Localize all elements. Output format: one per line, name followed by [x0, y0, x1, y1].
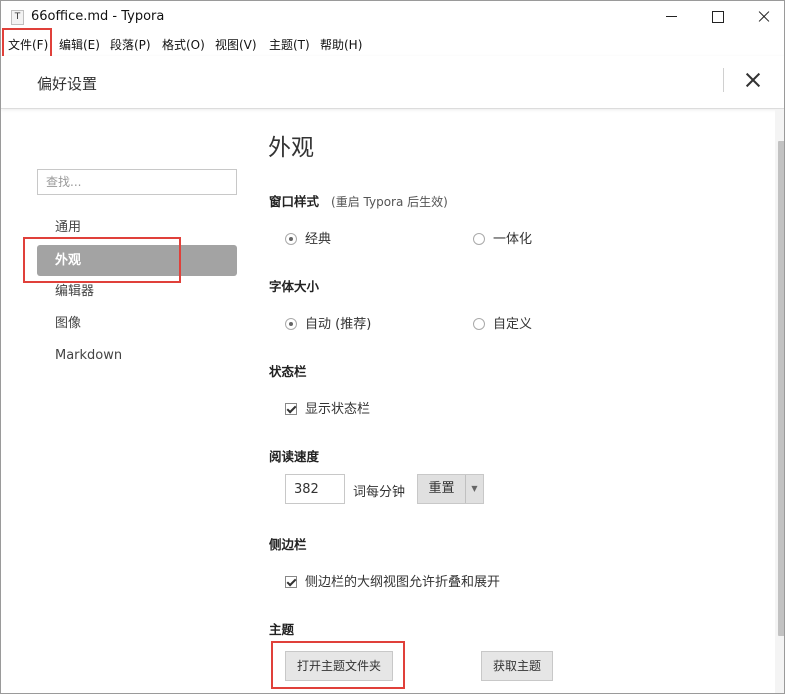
- show-status-bar-checkbox[interactable]: [285, 403, 297, 415]
- status-bar-heading: 状态栏: [269, 364, 307, 379]
- minimize-button[interactable]: [649, 1, 695, 32]
- radio-auto-label: 自动 (推荐): [305, 317, 372, 332]
- title-bar: T 66office.md - Typora: [1, 1, 784, 32]
- show-status-bar-label: 显示状态栏: [305, 402, 371, 417]
- menu-theme[interactable]: 主题(T): [269, 36, 310, 53]
- radio-auto-indicator[interactable]: [285, 318, 297, 330]
- radio-custom-indicator[interactable]: [473, 318, 485, 330]
- menu-view[interactable]: 视图(V): [215, 36, 257, 53]
- show-status-bar-option[interactable]: 显示状态栏: [285, 398, 370, 417]
- nav-item-editor[interactable]: 编辑器: [37, 276, 237, 307]
- radio-custom-label: 自定义: [493, 317, 533, 332]
- close-window-button[interactable]: [741, 1, 784, 32]
- reading-speed-heading: 阅读速度: [269, 449, 320, 464]
- radio-classic[interactable]: 经典: [285, 228, 331, 247]
- preferences-search-input[interactable]: [37, 169, 237, 195]
- typora-app-icon: T: [11, 10, 24, 25]
- header-divider: [723, 68, 724, 92]
- reset-button[interactable]: 重置: [418, 475, 466, 503]
- radio-auto-font[interactable]: 自动 (推荐): [285, 313, 371, 332]
- radio-classic-indicator[interactable]: [285, 233, 297, 245]
- menu-edit[interactable]: 编辑(E): [59, 36, 100, 53]
- radio-classic-label: 经典: [305, 232, 332, 247]
- nav-item-image[interactable]: 图像: [37, 308, 237, 339]
- outline-collapse-option[interactable]: 侧边栏的大纲视图允许折叠和展开: [285, 571, 500, 590]
- window-title: 66office.md - Typora: [31, 9, 165, 24]
- menu-help[interactable]: 帮助(H): [320, 36, 362, 53]
- sidebar-heading: 侧边栏: [269, 537, 307, 552]
- dropdown-arrow-icon[interactable]: ▼: [466, 475, 483, 503]
- window-style-note: (重启 Typora 后生效): [331, 195, 448, 209]
- radio-custom-font[interactable]: 自定义: [473, 313, 532, 332]
- typora-window: T 66office.md - Typora 文件(F) 编辑(E) 段落(P)…: [0, 0, 785, 694]
- theme-folder-highlight-box: [271, 641, 405, 689]
- preferences-title: 偏好设置: [37, 75, 98, 93]
- get-themes-button[interactable]: 获取主题: [481, 651, 553, 681]
- reading-speed-unit: 词每分钟: [353, 485, 406, 500]
- scrollbar-thumb[interactable]: [778, 141, 784, 636]
- nav-item-markdown[interactable]: Markdown: [37, 340, 237, 371]
- window-style-title: 窗口样式: [269, 194, 320, 209]
- reset-split-button[interactable]: 重置 ▼: [417, 474, 484, 504]
- menu-format[interactable]: 格式(O): [162, 36, 205, 53]
- window-style-heading: 窗口样式 (重启 Typora 后生效): [269, 191, 448, 210]
- outline-collapse-checkbox[interactable]: [285, 576, 297, 588]
- theme-heading: 主题: [269, 622, 295, 637]
- menu-bar: 文件(F) 编辑(E) 段落(P) 格式(O) 视图(V) 主题(T) 帮助(H…: [1, 32, 784, 56]
- outline-collapse-label: 侧边栏的大纲视图允许折叠和展开: [305, 575, 501, 590]
- radio-unibody[interactable]: 一体化: [473, 228, 532, 247]
- radio-unibody-indicator[interactable]: [473, 233, 485, 245]
- reading-speed-input[interactable]: [285, 474, 345, 504]
- menu-paragraph[interactable]: 段落(P): [110, 36, 151, 53]
- radio-unibody-label: 一体化: [493, 232, 533, 247]
- font-size-heading: 字体大小: [269, 279, 320, 294]
- maximize-button[interactable]: [695, 1, 741, 32]
- page-title: 外观: [268, 135, 314, 161]
- close-icon[interactable]: [741, 68, 765, 92]
- preferences-header: 偏好设置: [1, 56, 784, 109]
